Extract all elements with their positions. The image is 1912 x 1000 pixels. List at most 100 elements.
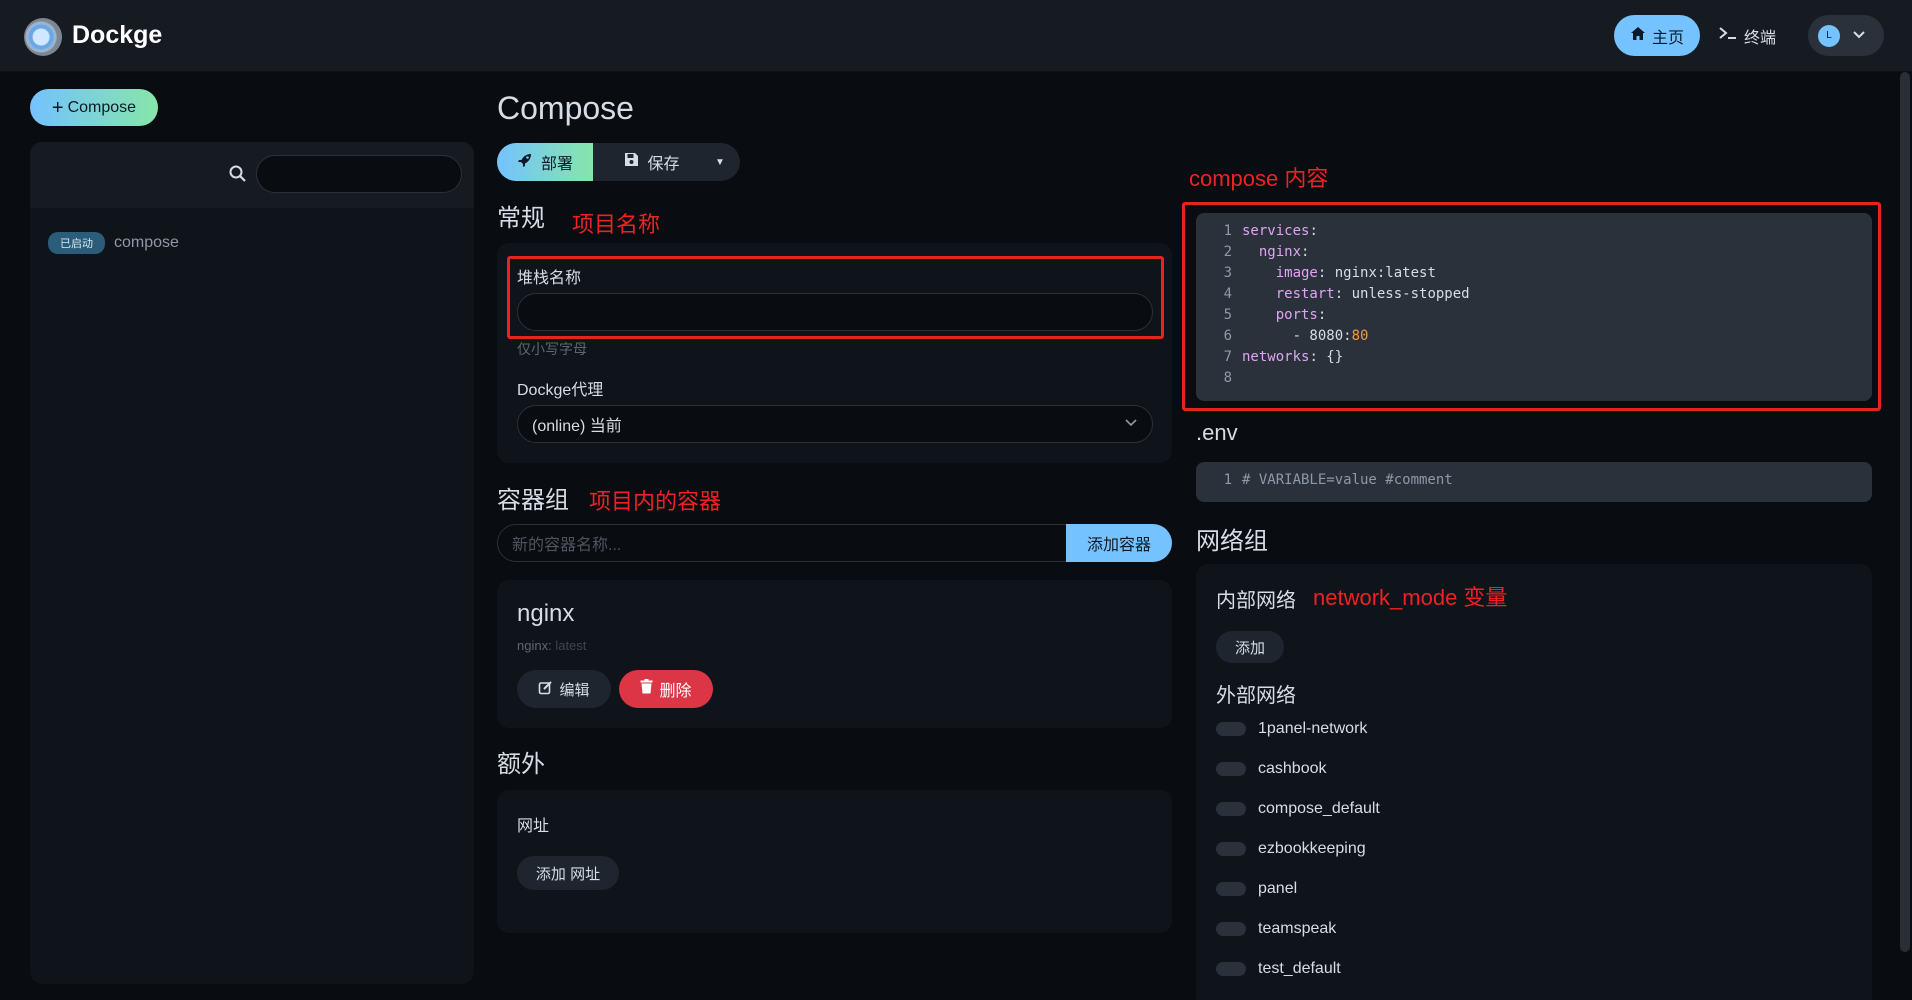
compose-yaml-editor[interactable]: 1 services: 2 nginx: 3 image: nginx:lates… (1196, 213, 1872, 401)
external-network-item[interactable]: ezbookkeeping (1216, 840, 1366, 858)
network-toggle[interactable] (1216, 882, 1246, 896)
networks-section-title: 网络组 (1196, 528, 1268, 555)
yaml-sep: : (1309, 349, 1327, 365)
yaml-sep: : (1301, 244, 1310, 260)
caret-down-icon: ▼ (715, 156, 725, 168)
containers-annotation: 项目内的容器 (589, 489, 722, 514)
add-url-button[interactable]: 添加 网址 (517, 856, 619, 890)
line-number: 3 (1223, 265, 1232, 281)
terminal-button[interactable]: 终端 (1718, 15, 1788, 56)
external-network-item[interactable]: compose_default (1216, 800, 1380, 818)
deploy-button[interactable]: 部署 (497, 143, 593, 181)
external-network-item[interactable]: cashbook (1216, 760, 1327, 778)
trash-icon (640, 679, 653, 699)
new-container-input[interactable]: 新的容器名称... (497, 524, 1069, 562)
internal-networks-label: 内部网络 (1216, 590, 1296, 612)
agent-label: Dockge代理 (517, 382, 604, 399)
edit-container-button[interactable]: 编辑 (517, 670, 611, 708)
code-line: 5 ports: (1196, 307, 1327, 328)
chevron-down-icon (1852, 27, 1866, 45)
network-toggle[interactable] (1216, 762, 1246, 776)
project-name-annotation: 项目名称 (572, 212, 661, 237)
external-networks-label: 外部网络 (1216, 685, 1296, 707)
line-number: 1 (1223, 223, 1232, 239)
page-scrollbar[interactable] (1900, 72, 1910, 952)
code-line: 3 image: nginx:latest (1196, 265, 1436, 286)
url-label: 网址 (517, 818, 550, 835)
container-name: nginx (517, 600, 575, 627)
stack-list-item[interactable]: 已启动 compose (48, 232, 179, 254)
dockge-logo[interactable] (24, 18, 62, 56)
yaml-sep: : (1309, 223, 1318, 239)
container-image: nginx: latest (517, 638, 586, 653)
line-number: 2 (1223, 244, 1232, 260)
network-toggle[interactable] (1216, 962, 1246, 976)
network-name: cashbook (1258, 760, 1327, 777)
code-line: 6 - 8080: 80 (1196, 328, 1369, 349)
chevron-down-icon (1124, 415, 1138, 433)
code-line: 7 networks: {} (1196, 349, 1344, 370)
line-number: 1 (1223, 472, 1232, 488)
line-number: 6 (1223, 328, 1232, 344)
stack-name: compose (114, 234, 179, 251)
code-line: 1 # VARIABLE=value #comment (1196, 472, 1453, 493)
network-name: teamspeak (1258, 920, 1337, 937)
external-network-item[interactable]: test_default (1216, 960, 1341, 978)
network-name: panel (1258, 880, 1298, 897)
network-toggle[interactable] (1216, 722, 1246, 736)
deploy-label: 部署 (540, 156, 573, 173)
stack-status-badge: 已启动 (48, 232, 105, 254)
edit-label: 编辑 (559, 681, 590, 699)
new-compose-button[interactable]: + Compose (30, 89, 158, 126)
stack-name-input[interactable] (517, 293, 1153, 331)
agent-select-value: (online) 当前 (532, 418, 622, 435)
home-button[interactable]: 主页 (1614, 15, 1700, 56)
network-name: compose_default (1258, 800, 1380, 817)
new-compose-label: Compose (67, 98, 137, 116)
line-number: 7 (1223, 349, 1232, 365)
agent-select[interactable]: (online) 当前 (517, 405, 1153, 443)
external-network-item[interactable]: 1panel-network (1216, 720, 1367, 738)
env-section-title: .env (1196, 420, 1238, 445)
stack-list-panel (30, 142, 474, 984)
network-toggle[interactable] (1216, 922, 1246, 936)
network-name: 1panel-network (1258, 720, 1368, 737)
stack-name-label: 堆栈名称 (517, 270, 582, 287)
brand-name[interactable]: Dockge (72, 21, 162, 50)
line-number: 8 (1223, 370, 1232, 386)
network-toggle[interactable] (1216, 802, 1246, 816)
delete-container-button[interactable]: 删除 (619, 670, 713, 708)
container-image-tag: latest (555, 638, 587, 653)
yaml-key: nginx (1258, 244, 1302, 260)
rocket-icon (517, 152, 533, 173)
add-container-button[interactable]: 添加容器 (1066, 524, 1172, 562)
code-line: 2 nginx: (1196, 244, 1310, 265)
env-comment: # VARIABLE=value #comment (1242, 472, 1453, 488)
search-icon (228, 164, 248, 184)
home-icon (1630, 26, 1646, 46)
add-internal-network-button[interactable]: 添加 (1216, 631, 1284, 663)
stack-search-input[interactable] (256, 155, 462, 193)
user-menu-button[interactable]: L (1808, 15, 1884, 56)
line-number: 4 (1223, 286, 1232, 302)
more-actions-dropdown[interactable]: ▼ (706, 143, 734, 181)
delete-label: 删除 (659, 683, 692, 700)
yaml-key: ports (1275, 307, 1318, 323)
save-button[interactable]: 保存 (604, 143, 700, 181)
yaml-value: unless-stopped (1351, 286, 1470, 302)
external-network-item[interactable]: panel (1216, 880, 1297, 898)
yaml-value: - 8080: (1292, 328, 1352, 344)
yaml-sep: : (1334, 286, 1352, 302)
network-toggle[interactable] (1216, 842, 1246, 856)
env-editor[interactable]: 1 # VARIABLE=value #comment (1196, 462, 1872, 502)
edit-icon (538, 680, 553, 699)
user-avatar: L (1818, 24, 1840, 47)
container-image-name: nginx: (517, 638, 552, 653)
general-section-title: 常规 (497, 205, 545, 232)
yaml-key: restart (1275, 286, 1335, 302)
external-network-item[interactable]: teamspeak (1216, 920, 1336, 938)
